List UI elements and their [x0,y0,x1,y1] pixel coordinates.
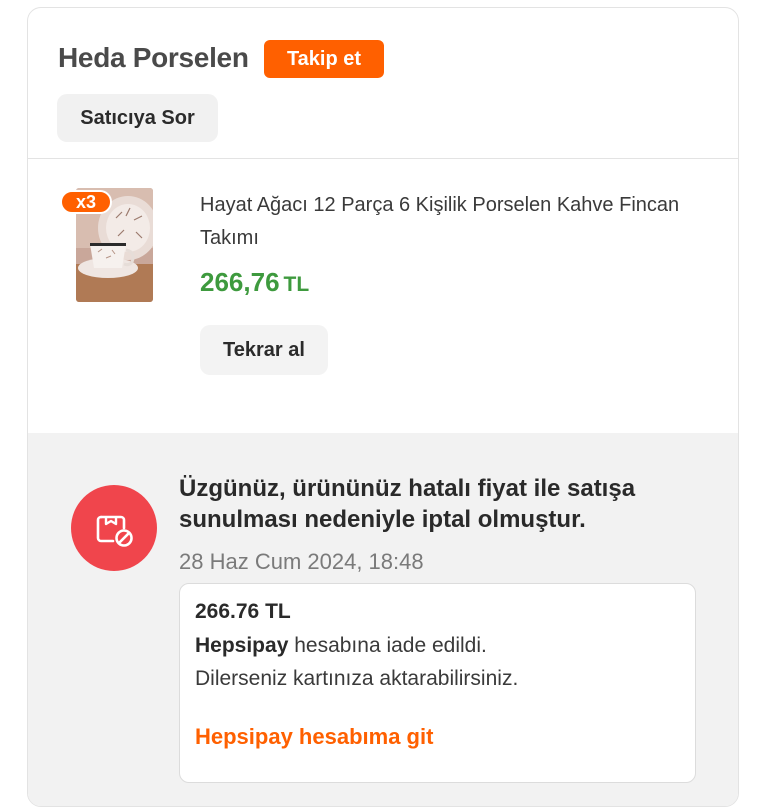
refund-amount: 266.76 TL [195,600,291,623]
product-price: 266,76 TL [200,267,309,298]
price-currency: TL [283,273,310,296]
ask-seller-button[interactable]: Satıcıya Sor [57,94,218,142]
refund-transfer-hint: Dilerseniz kartınıza aktarabilirsiniz. [195,667,519,690]
buy-again-button[interactable]: Tekrar al [200,325,328,375]
cancellation-panel: Üzgünüz, ürününüz hatalı fiyat ile satış… [28,433,738,806]
cancelled-package-icon [71,485,157,571]
cancellation-message: Üzgünüz, ürününüz hatalı fiyat ile satış… [179,475,636,533]
refund-destination-text: Hepsipay hesabına iade edildi. [195,634,487,658]
refund-info-box: 266.76 TL Hepsipay hesabına iade edildi.… [179,583,696,783]
seller-name[interactable]: Heda Porselen [58,42,249,74]
product-title[interactable]: Hayat Ağacı 12 Parça 6 Kişilik Porselen … [200,189,720,255]
order-card: Heda Porselen Takip et Satıcıya Sor x3 H… [27,7,739,807]
refund-brand: Hepsipay [195,634,289,657]
follow-button[interactable]: Takip et [264,40,384,78]
seller-header: Heda Porselen Takip et Satıcıya Sor [28,8,738,158]
cancellation-date: 28 Haz Cum 2024, 18:48 [179,549,424,574]
go-to-hepsipay-link[interactable]: Hepsipay hesabıma git [195,724,433,750]
price-amount: 266,76 [200,267,280,297]
quantity-badge: x3 [60,190,112,214]
product-row: x3 Hayat Ağacı 12 Parça 6 Kişilik Porsel… [28,159,738,433]
refund-destination-rest: hesabına iade edildi. [288,634,487,657]
